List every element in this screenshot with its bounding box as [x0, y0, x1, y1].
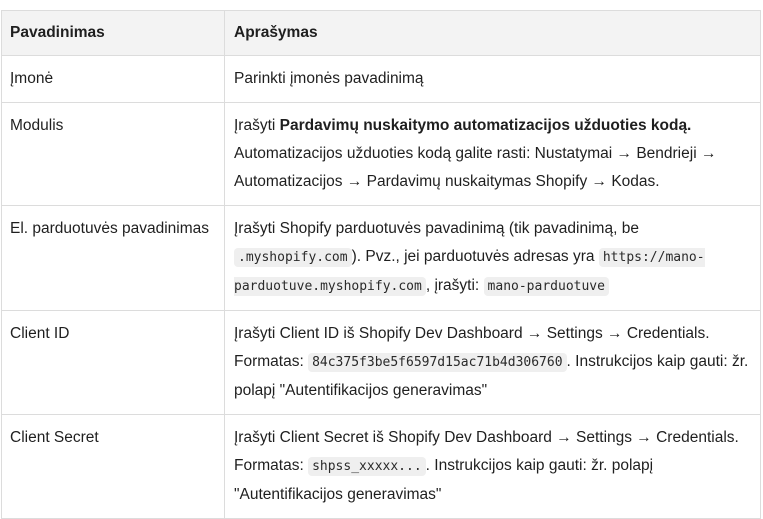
row-name: Modulis	[1, 102, 225, 206]
desc-text: , įrašyti:	[425, 277, 484, 294]
row-name: Įmonė	[1, 55, 225, 103]
header-description: Aprašymas	[224, 10, 761, 56]
table-row: Client Secret Įrašyti Client Secret iš S…	[1, 414, 761, 519]
table-row: Client ID Įrašyti Client ID iš Shopify D…	[1, 310, 761, 415]
table-row: Įmonė Parinkti įmonės pavadinimą	[1, 55, 761, 103]
desc-text: Įrašyti Shopify parduotuvės pavadinimą (…	[234, 220, 639, 237]
row-description: Parinkti įmonės pavadinimą	[224, 55, 761, 103]
desc-bold-text: Pardavimų nuskaitymo automatizacijos užd…	[279, 117, 692, 134]
inline-code: .myshopify.com	[234, 248, 352, 267]
desc-text: ). Pvz., jei parduotuvės adresas yra	[351, 248, 599, 265]
table-container: Pavadinimas Aprašymas Įmonė Parinkti įmo…	[1, 10, 761, 519]
row-name: El. parduotuvės pavadinimas	[1, 205, 225, 311]
row-description: Įrašyti Pardavimų nuskaitymo automatizac…	[224, 102, 761, 206]
row-description: Įrašyti Client ID iš Shopify Dev Dashboa…	[224, 310, 761, 415]
inline-code: shpss_xxxxx...	[308, 457, 426, 476]
desc-text: Įrašyti	[234, 117, 280, 134]
row-name: Client ID	[1, 310, 225, 415]
desc-text: Automatizacijos užduoties kodą galite ra…	[234, 145, 717, 190]
table-row: El. parduotuvės pavadinimas Įrašyti Shop…	[1, 205, 761, 311]
settings-table: Pavadinimas Aprašymas Įmonė Parinkti įmo…	[1, 10, 761, 519]
header-name: Pavadinimas	[1, 10, 225, 56]
row-description: Įrašyti Shopify parduotuvės pavadinimą (…	[224, 205, 761, 311]
inline-code: 84c375f3be5f6597d15ac71b4d306760	[308, 353, 567, 372]
table-header-row: Pavadinimas Aprašymas	[1, 10, 761, 56]
table-row: Modulis Įrašyti Pardavimų nuskaitymo aut…	[1, 102, 761, 206]
inline-code: mano-parduotuve	[483, 277, 609, 296]
row-name: Client Secret	[1, 414, 225, 519]
row-description: Įrašyti Client Secret iš Shopify Dev Das…	[224, 414, 761, 519]
